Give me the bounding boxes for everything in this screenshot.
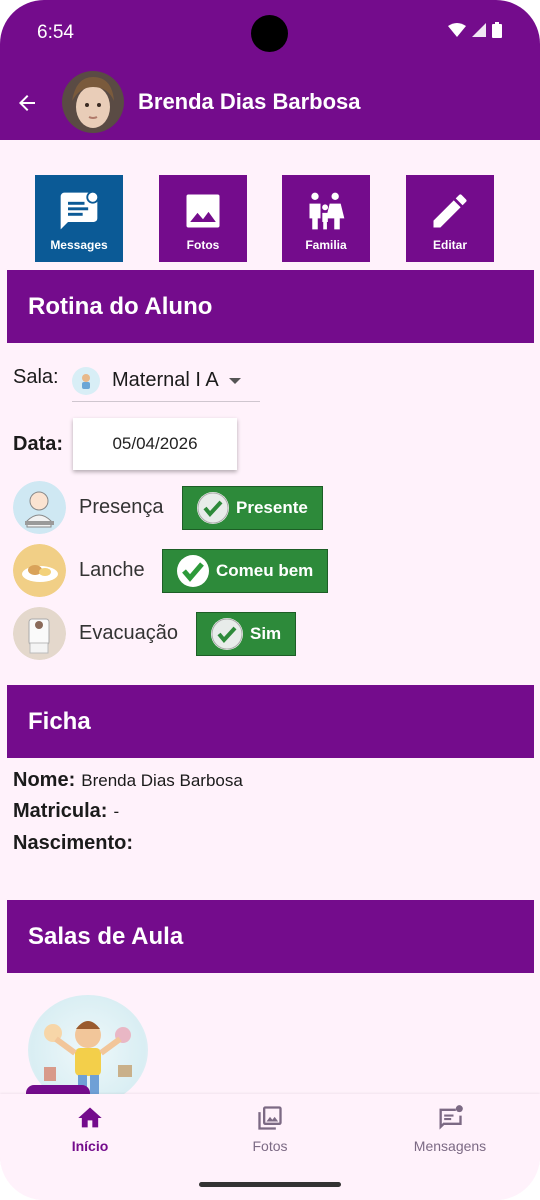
chat-icon — [439, 1105, 463, 1130]
nav-label-fotos: Fotos — [252, 1138, 288, 1154]
nome-value: Brenda Dias Barbosa — [81, 771, 243, 790]
lanche-status: Comeu bem — [216, 561, 314, 580]
tile-label-familia: Familia — [305, 238, 347, 252]
toilet-paper-icon — [13, 607, 66, 660]
ficha-header: Ficha — [7, 685, 534, 758]
message-icon — [60, 190, 100, 230]
sala-label: Sala: — [13, 366, 59, 388]
presenca-status-button[interactable]: Presente — [182, 486, 323, 530]
nav-label-inicio: Início — [71, 1138, 109, 1154]
sala-dropdown[interactable]: Maternal I A — [72, 360, 260, 402]
lanche-status-button[interactable]: Comeu bem — [162, 549, 329, 593]
date-field[interactable]: 05/04/2026 — [73, 418, 237, 470]
evacuacao-status: Sim — [250, 624, 282, 643]
snack-icon — [13, 544, 66, 597]
nome-label: Nome: — [13, 769, 76, 791]
page-title: Brenda Dias Barbosa — [138, 89, 361, 114]
matricula-line: Matricula: - — [13, 800, 119, 823]
evacuacao-status-button[interactable]: Sim — [196, 612, 297, 656]
editar-tile[interactable]: Editar — [406, 175, 494, 262]
familia-tile[interactable]: Familia — [282, 175, 370, 262]
image-icon — [186, 194, 220, 228]
presenca-row: Presença — [13, 481, 164, 534]
nascimento-line: Nascimento: — [13, 832, 139, 855]
presenca-label: Presença — [79, 496, 164, 518]
sala-value: Maternal I A — [112, 369, 219, 391]
tile-label-messages: Messages — [50, 238, 108, 252]
presence-icon — [13, 481, 66, 534]
lanche-row: Lanche — [13, 544, 145, 597]
data-label: Data: — [13, 433, 64, 455]
nav-inicio[interactable]: Início — [0, 1104, 180, 1154]
lanche-label: Lanche — [79, 559, 145, 581]
sala-row: Sala: — [13, 366, 59, 389]
messages-tile[interactable]: Messages — [35, 175, 123, 262]
home-indicator — [199, 1182, 341, 1187]
back-button[interactable] — [12, 88, 42, 118]
check-icon — [177, 555, 209, 587]
wifi-icon — [448, 23, 466, 42]
arrow-back-icon — [19, 95, 35, 111]
phone-screen: 6:54 Brenda Dias Barbosa Messages Fotos … — [0, 0, 540, 1200]
salas-header: Salas de Aula — [7, 900, 534, 973]
app-bar: 6:54 Brenda Dias Barbosa — [0, 0, 540, 140]
home-icon — [78, 1107, 102, 1128]
matricula-label: Matricula: — [13, 800, 108, 822]
camera-cutout — [251, 15, 288, 52]
evacuacao-row: Evacuação — [13, 607, 178, 660]
nav-mensagens[interactable]: Mensagens — [360, 1104, 540, 1154]
tile-label-editar: Editar — [432, 238, 467, 252]
avatar — [62, 71, 124, 133]
nascimento-label: Nascimento: — [13, 832, 134, 854]
nome-line: Nome: Brenda Dias Barbosa — [13, 769, 243, 792]
fotos-tile[interactable]: Fotos — [159, 175, 247, 262]
chevron-down-icon — [228, 377, 241, 384]
status-icons — [448, 22, 502, 43]
tile-label-fotos: Fotos — [186, 238, 220, 252]
check-icon — [211, 618, 243, 650]
class-icon — [72, 366, 100, 395]
action-tiles: Messages Fotos Familia Editar — [0, 175, 540, 262]
status-time: 6:54 — [37, 22, 74, 43]
battery-icon — [492, 22, 502, 43]
signal-icon — [472, 23, 486, 42]
nav-fotos[interactable]: Fotos — [180, 1104, 360, 1154]
nav-label-mensagens: Mensagens — [413, 1138, 487, 1154]
matricula-value: - — [113, 802, 120, 821]
evacuacao-label: Evacuação — [79, 622, 178, 644]
family-icon — [309, 192, 345, 230]
photos-icon — [258, 1106, 282, 1130]
edit-icon — [433, 194, 467, 228]
check-icon — [197, 492, 229, 524]
rotina-header: Rotina do Aluno — [7, 270, 534, 343]
presenca-status: Presente — [236, 498, 308, 517]
